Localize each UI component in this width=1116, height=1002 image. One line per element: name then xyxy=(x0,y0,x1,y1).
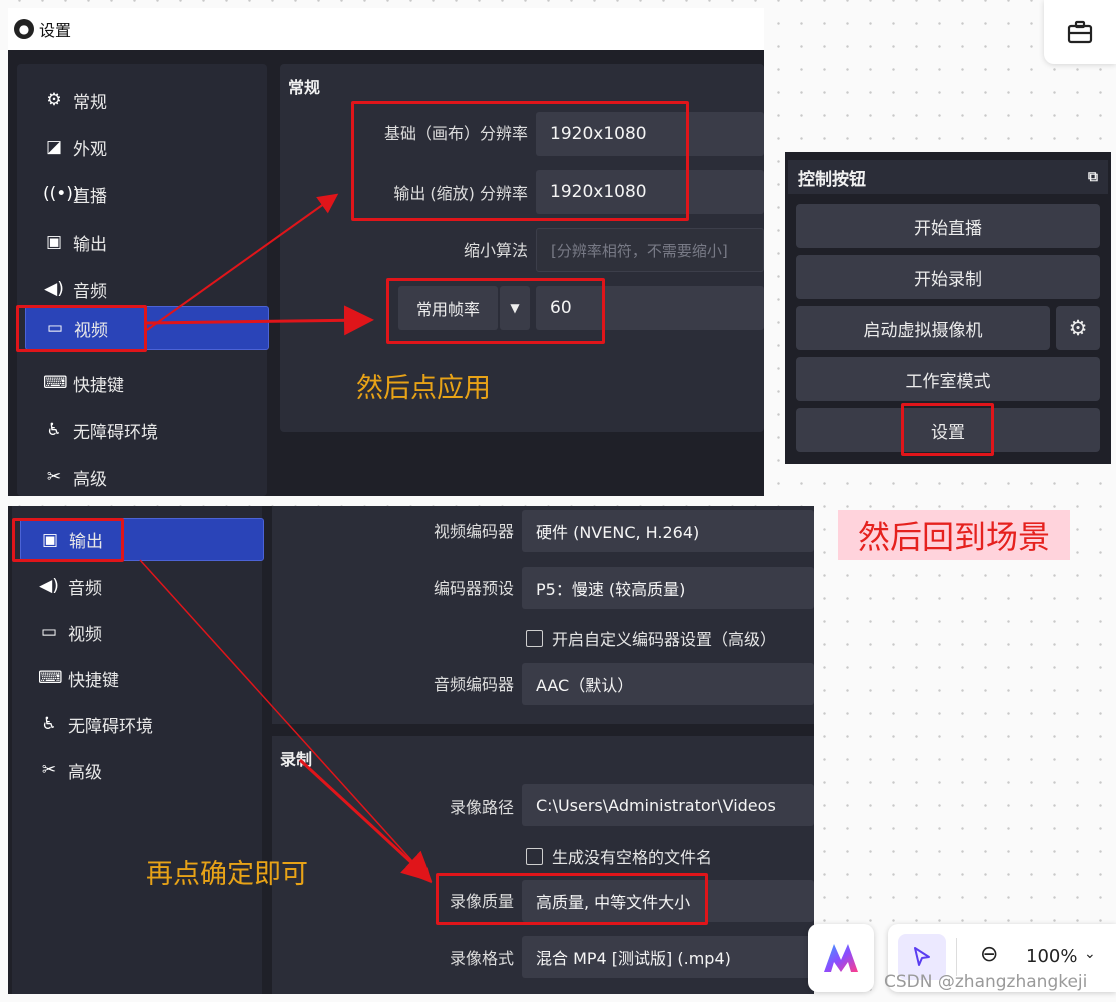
zoom-out-icon[interactable]: ⊖ xyxy=(980,942,998,967)
app-logo-button[interactable] xyxy=(808,924,874,992)
watermark: CSDN @zhangzhangkeji xyxy=(884,972,1088,992)
arrow-to-resolution xyxy=(146,193,339,331)
arrow-to-fps xyxy=(146,305,374,336)
toolbox-button[interactable] xyxy=(1044,0,1116,64)
chevron-down-icon[interactable]: ⌄ xyxy=(1084,946,1096,962)
arrow-from-recording-section xyxy=(298,758,433,883)
toolbar-divider xyxy=(956,938,957,976)
zoom-level: 100% xyxy=(1026,946,1078,967)
toolbox-icon xyxy=(1067,20,1093,44)
cursor-icon xyxy=(914,947,930,966)
app-logo-icon xyxy=(824,944,858,972)
arrow-to-quality xyxy=(139,559,433,884)
annotation-arrows xyxy=(139,193,433,884)
